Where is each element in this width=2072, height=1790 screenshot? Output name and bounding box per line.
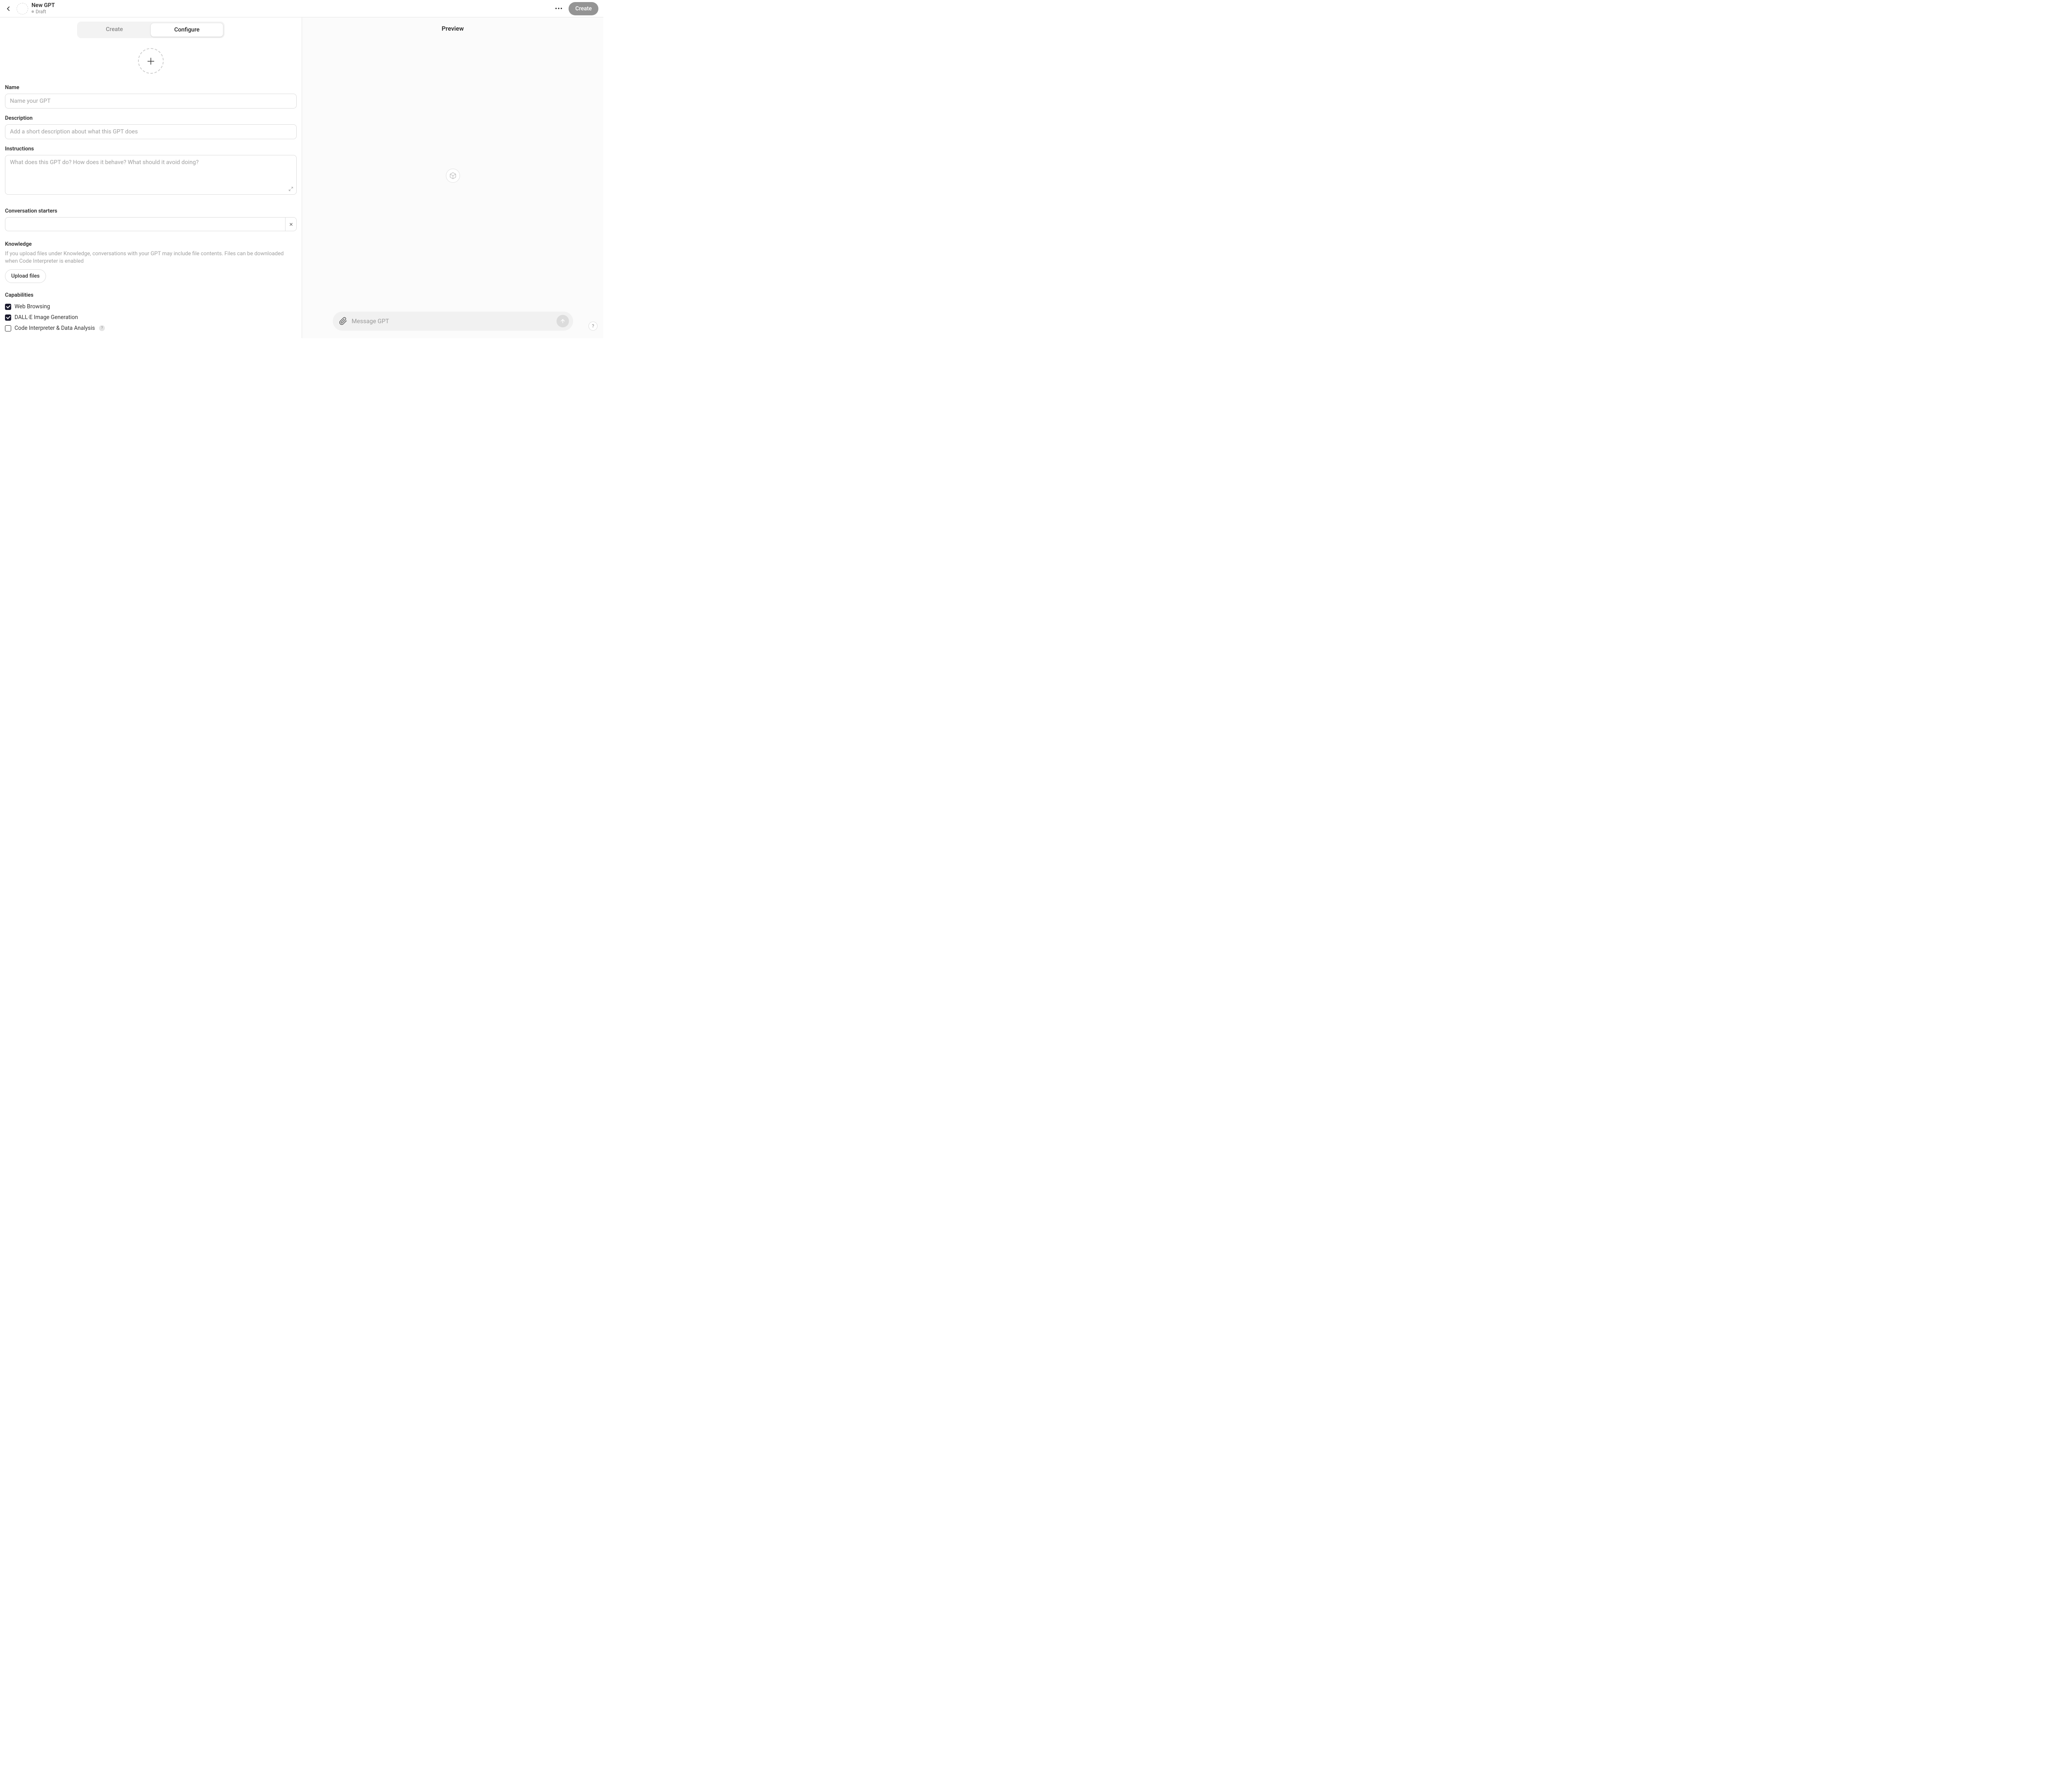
name-input[interactable] — [5, 94, 297, 109]
preview-message-bar — [333, 312, 573, 331]
instructions-wrap — [5, 155, 297, 196]
capability-label: Web Browsing — [15, 303, 50, 310]
close-icon — [289, 222, 293, 227]
header-left: New GPT Draft — [3, 2, 55, 15]
capability-row-code: Code Interpreter & Data Analysis ? — [5, 323, 297, 334]
starter-input[interactable] — [5, 217, 285, 231]
plus-icon: ＋ — [146, 54, 155, 68]
cube-icon — [449, 172, 457, 179]
preview-center — [302, 40, 603, 312]
status-dot-icon — [31, 10, 34, 13]
preview-input-wrap — [302, 312, 603, 338]
tabs-wrapper: Create Configure — [0, 17, 302, 38]
tab-configure[interactable]: Configure — [150, 23, 223, 37]
description-input[interactable] — [5, 124, 297, 139]
capability-label: Code Interpreter & Data Analysis — [15, 325, 95, 331]
preview-title: Preview — [302, 17, 603, 40]
back-button[interactable] — [3, 4, 13, 14]
arrow-up-icon — [560, 318, 566, 324]
preview-panel: Preview ? — [302, 17, 603, 338]
expand-icon — [288, 186, 293, 191]
chevron-left-icon — [5, 5, 12, 12]
create-button[interactable]: Create — [569, 2, 598, 15]
code-interpreter-help-icon[interactable]: ? — [99, 325, 105, 331]
preview-placeholder-icon — [446, 169, 460, 183]
header-title-block: New GPT Draft — [31, 2, 55, 15]
tab-create[interactable]: Create — [78, 23, 150, 37]
tabs: Create Configure — [77, 22, 225, 38]
more-menu-button[interactable]: ••• — [553, 3, 564, 14]
header-right: ••• Create — [553, 2, 600, 15]
attach-button[interactable] — [339, 317, 348, 326]
knowledge-help-text: If you upload files under Knowledge, con… — [5, 250, 287, 265]
capabilities-label: Capabilities — [5, 292, 297, 298]
starters-label: Conversation starters — [5, 208, 297, 214]
page-title: New GPT — [31, 2, 55, 9]
capability-checkbox-web[interactable] — [5, 304, 11, 310]
form-section: Name Description Instructions Conversati… — [0, 78, 302, 338]
gpt-avatar-placeholder-icon — [17, 3, 28, 15]
header-bar: New GPT Draft ••• Create — [0, 0, 603, 17]
capability-row-web: Web Browsing — [5, 301, 297, 312]
expand-textarea-button[interactable] — [288, 185, 293, 193]
upload-files-button[interactable]: Upload files — [5, 269, 46, 283]
capability-label: DALL·E Image Generation — [15, 314, 78, 321]
upload-avatar-button[interactable]: ＋ — [138, 48, 164, 74]
starter-remove-button[interactable] — [285, 217, 297, 231]
help-button[interactable]: ? — [588, 322, 598, 331]
preview-message-input[interactable] — [352, 318, 552, 325]
draft-status: Draft — [31, 9, 55, 15]
starter-row — [5, 217, 297, 231]
configure-panel: Create Configure ＋ Name Description Inst… — [0, 17, 302, 338]
avatar-upload-area: ＋ — [0, 38, 302, 78]
capability-row-dalle: DALL·E Image Generation — [5, 312, 297, 323]
capability-checkbox-dalle[interactable] — [5, 314, 11, 321]
main-split: Create Configure ＋ Name Description Inst… — [0, 17, 603, 338]
paperclip-icon — [339, 317, 347, 325]
instructions-input[interactable] — [5, 155, 297, 195]
instructions-label: Instructions — [5, 146, 297, 152]
name-label: Name — [5, 85, 297, 91]
capability-checkbox-code[interactable] — [5, 325, 11, 331]
description-label: Description — [5, 115, 297, 121]
status-text: Draft — [36, 9, 46, 15]
send-button[interactable] — [557, 315, 569, 327]
knowledge-label: Knowledge — [5, 241, 297, 247]
